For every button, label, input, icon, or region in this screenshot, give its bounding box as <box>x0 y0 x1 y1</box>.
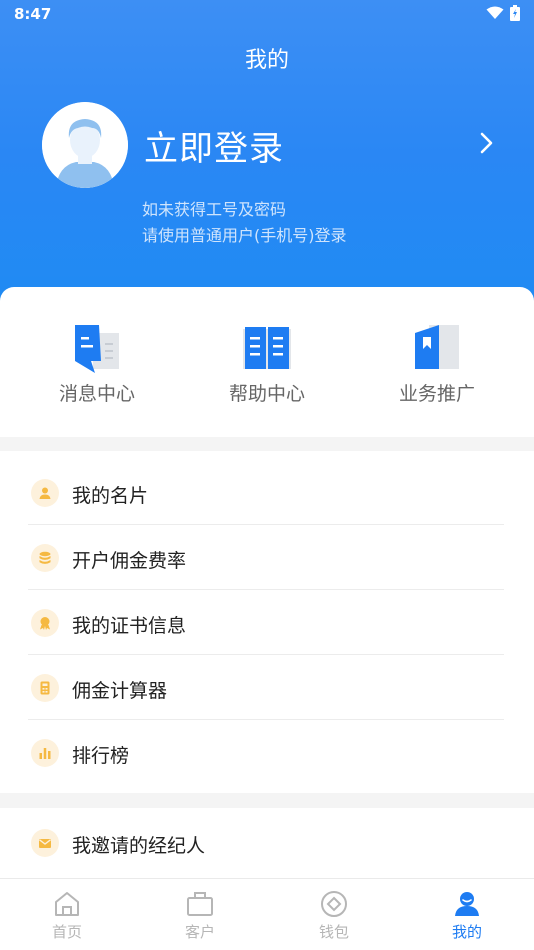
page-title: 我的 <box>244 48 289 73</box>
menu-item-commission-rate[interactable]: 开户佣金费率 <box>28 526 504 590</box>
status-icons <box>486 5 520 21</box>
chevron-right-icon[interactable] <box>474 128 498 158</box>
tab-label: 钱包 <box>318 923 349 941</box>
quick-action-help-center[interactable]: 帮助中心 <box>197 323 337 406</box>
quick-action-label: 消息中心 <box>58 383 135 405</box>
ranking-icon <box>31 739 59 767</box>
menu-item-label: 我邀请的经纪人 <box>72 835 206 857</box>
profile-header: 8:47 我的 立即登录 如未获得工号及密码 请使用普通用户(手机号)登录 <box>0 0 534 310</box>
quick-action-message-center[interactable]: 消息中心 <box>27 323 167 406</box>
avatar-placeholder-icon <box>42 102 128 188</box>
envelope-icon <box>31 829 59 857</box>
menu-item-invited-brokers[interactable]: 我邀请的经纪人 <box>28 811 504 875</box>
menu-item-label: 开户佣金费率 <box>72 550 187 572</box>
menu-list-secondary: 我邀请的经纪人 <box>0 808 534 878</box>
bottom-tab-bar: 首页 客户 钱包 我的 <box>0 878 534 950</box>
status-time: 8:47 <box>14 5 52 23</box>
certificate-icon <box>31 609 59 637</box>
login-hint-line1: 如未获得工号及密码 <box>142 200 287 219</box>
wallet-icon <box>321 891 347 917</box>
tab-profile[interactable]: 我的 <box>417 889 517 942</box>
status-bar: 8:47 <box>0 0 534 28</box>
login-hint-line2: 请使用普通用户(手机号)登录 <box>142 226 347 245</box>
menu-item-label: 佣金计算器 <box>72 680 168 702</box>
menu-item-business-card[interactable]: 我的名片 <box>28 461 504 525</box>
bookmark-icon <box>415 325 459 369</box>
tab-label: 客户 <box>184 923 215 941</box>
message-doc-icon <box>75 325 119 373</box>
login-button[interactable]: 立即登录 <box>144 121 284 170</box>
menu-item-label: 排行榜 <box>72 745 130 767</box>
tab-home[interactable]: 首页 <box>17 889 117 942</box>
tab-customers[interactable]: 客户 <box>150 889 250 942</box>
quick-action-business-promo[interactable]: 业务推广 <box>367 323 507 406</box>
menu-item-label: 我的名片 <box>72 485 149 507</box>
profile-icon <box>455 892 479 916</box>
briefcase-icon <box>187 892 213 916</box>
menu-list: 我的名片 开户佣金费率 我的证书信息 佣金计算器 排行榜 <box>0 451 534 793</box>
menu-item-certificate-info[interactable]: 我的证书信息 <box>28 591 504 655</box>
tab-label: 我的 <box>451 923 482 941</box>
calculator-icon <box>31 674 59 702</box>
menu-item-label: 我的证书信息 <box>72 615 187 637</box>
quick-action-label: 业务推广 <box>398 383 475 405</box>
tab-wallet[interactable]: 钱包 <box>284 889 384 942</box>
quick-actions-card: 消息中心 帮助中心 业务推广 <box>0 287 534 437</box>
tab-label: 首页 <box>51 923 82 941</box>
home-icon <box>55 892 79 916</box>
book-icon <box>243 327 291 369</box>
wifi-icon <box>486 6 504 19</box>
menu-item-commission-calculator[interactable]: 佣金计算器 <box>28 656 504 720</box>
menu-item-ranking[interactable]: 排行榜 <box>28 721 504 785</box>
quick-action-label: 帮助中心 <box>228 383 305 405</box>
battery-icon <box>510 5 520 21</box>
coins-icon <box>31 544 59 572</box>
avatar[interactable] <box>42 102 128 188</box>
user-card-icon <box>31 479 59 507</box>
